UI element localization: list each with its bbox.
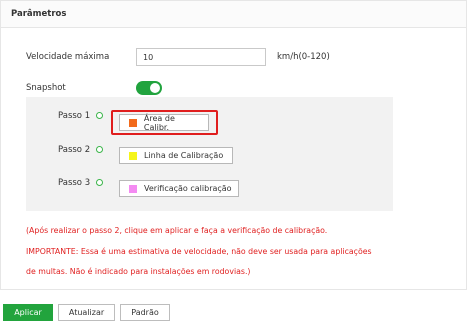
snapshot-toggle[interactable] [136, 81, 162, 95]
calibration-note-3: de multas. Não é indicado para instalaçõ… [26, 267, 251, 276]
calibration-line-button[interactable]: Linha de Calibração [119, 147, 233, 164]
snapshot-label: Snapshot [26, 83, 66, 93]
toggle-knob [150, 83, 160, 93]
apply-button[interactable]: Aplicar [3, 304, 53, 321]
max-speed-label: Velocidade máxima [26, 52, 110, 62]
step-3-radio[interactable] [96, 179, 103, 186]
refresh-button[interactable]: Atualizar [58, 304, 115, 321]
max-speed-input[interactable] [136, 48, 266, 66]
step-3-label: Passo 3 [58, 178, 91, 188]
panel-header: Parâmetros [1, 1, 466, 28]
max-speed-unit: km/h(0-120) [277, 52, 330, 62]
default-button[interactable]: Padrão [120, 304, 170, 321]
step-2-radio[interactable] [96, 146, 103, 153]
step-2-label: Passo 2 [58, 145, 91, 155]
calibration-note-1: (Após realizar o passo 2, clique em apli… [26, 226, 328, 235]
yellow-swatch-icon [129, 151, 137, 160]
pink-swatch-icon [129, 184, 137, 193]
parameters-panel: Parâmetros Velocidade máxima km/h(0-120)… [0, 0, 467, 290]
step-1-highlight [111, 110, 218, 135]
calibration-check-button-label: Verificação calibração [144, 184, 232, 193]
step-1-radio[interactable] [96, 112, 103, 119]
step-1-label: Passo 1 [58, 111, 91, 121]
calibration-check-button[interactable]: Verificação calibração [119, 180, 239, 197]
panel-title: Parâmetros [11, 9, 67, 19]
calibration-line-button-label: Linha de Calibração [144, 151, 224, 160]
calibration-note-2: IMPORTANTE: Essa é uma estimativa de vel… [26, 247, 372, 256]
